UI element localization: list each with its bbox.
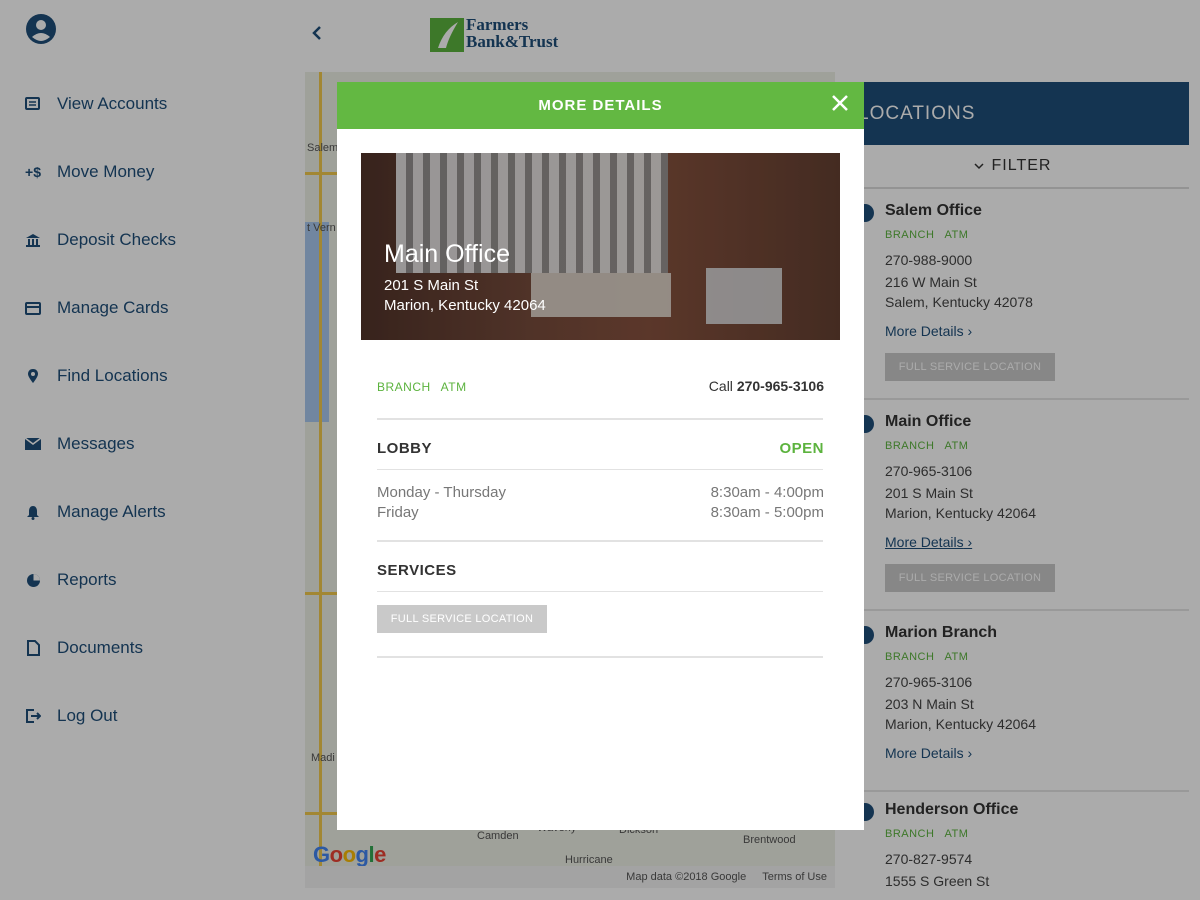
location-city: Marion, Kentucky 42064 bbox=[384, 297, 546, 314]
details-modal: MORE DETAILS Main Office 201 S Main St M… bbox=[337, 82, 864, 830]
location-tags: BRANCH ATM bbox=[377, 380, 477, 394]
tag-atm: ATM bbox=[440, 380, 467, 394]
divider bbox=[377, 656, 823, 658]
full-service-badge: FULL SERVICE LOCATION bbox=[377, 605, 547, 633]
call-number: 270-965-3106 bbox=[736, 378, 824, 394]
call-link[interactable]: Call 270-965-3106 bbox=[709, 378, 824, 394]
location-street: 201 S Main St bbox=[384, 277, 479, 294]
modal-header: MORE DETAILS bbox=[337, 82, 864, 129]
divider bbox=[377, 418, 823, 420]
call-label: Call bbox=[708, 378, 733, 394]
lobby-status-badge: OPEN bbox=[779, 440, 824, 457]
services-title: SERVICES bbox=[377, 562, 457, 579]
hours-time: 8:30am - 5:00pm bbox=[710, 504, 824, 521]
hours-day: Friday bbox=[377, 504, 419, 521]
location-photo: Main Office 201 S Main St Marion, Kentuc… bbox=[361, 153, 840, 340]
location-title: Main Office bbox=[384, 240, 510, 268]
divider bbox=[377, 540, 823, 542]
close-button[interactable] bbox=[828, 93, 852, 117]
lobby-title: LOBBY bbox=[377, 440, 432, 457]
hours-time: 8:30am - 4:00pm bbox=[710, 484, 824, 501]
tag-branch: BRANCH bbox=[377, 380, 431, 394]
divider bbox=[377, 591, 823, 592]
divider bbox=[377, 469, 823, 470]
modal-title: MORE DETAILS bbox=[538, 97, 663, 114]
hours-day: Monday - Thursday bbox=[377, 484, 506, 501]
close-icon bbox=[831, 94, 849, 117]
